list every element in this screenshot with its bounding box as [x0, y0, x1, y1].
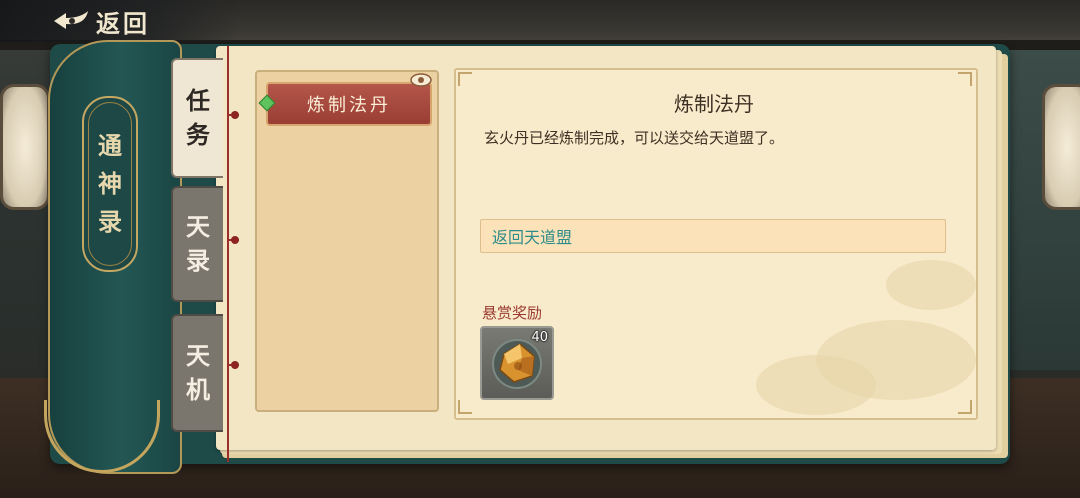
book-title-char: 通	[98, 132, 122, 160]
cloud-decoration	[756, 355, 876, 415]
binding-knot	[231, 236, 239, 244]
task-title: 炼制法丹	[674, 92, 754, 116]
corner-ornament	[958, 400, 972, 414]
book-title-plaque: 通 神 录	[82, 96, 138, 272]
cloud-decoration	[886, 260, 976, 310]
tab-task-char: 任	[186, 87, 210, 115]
right-lantern	[1042, 84, 1080, 210]
tab-tianji[interactable]: 天 机	[171, 314, 223, 432]
task-description: 玄火丹已经炼制完成，可以送交给天道盟了。	[484, 129, 785, 147]
binding-thread	[227, 46, 229, 462]
corner-ornament	[958, 72, 972, 86]
tab-tianlu[interactable]: 天 录	[171, 186, 223, 302]
book-title-char: 录	[98, 208, 122, 236]
task-list-item[interactable]: 炼制法丹	[266, 82, 432, 126]
corner-ornament	[458, 72, 472, 86]
binding-knot	[231, 111, 239, 119]
corner-ornament	[458, 400, 472, 414]
tab-tianlu-char: 天	[186, 213, 210, 241]
tab-task[interactable]: 任 务	[171, 58, 223, 178]
tab-tianlu-char: 录	[186, 247, 210, 275]
tab-task-char: 务	[186, 121, 210, 149]
book-title-char: 神	[98, 170, 122, 198]
left-lantern	[0, 84, 50, 210]
task-goal-label: 返回天道盟	[492, 228, 573, 247]
back-button[interactable]: 返回	[0, 0, 240, 42]
task-goal-link[interactable]: 返回天道盟	[480, 219, 946, 253]
back-label: 返回	[96, 9, 150, 38]
binding-knot	[231, 361, 239, 369]
tab-tianji-char: 机	[186, 376, 210, 404]
reward-label: 悬赏奖励	[482, 304, 543, 322]
tab-tianji-char: 天	[186, 342, 210, 370]
reward-item-count: 40	[531, 330, 548, 345]
eye-icon[interactable]	[410, 72, 432, 88]
task-list-item-label: 炼制法丹	[307, 95, 391, 116]
back-arrow-icon	[50, 8, 90, 34]
reward-item-slot[interactable]: 40	[480, 326, 554, 400]
